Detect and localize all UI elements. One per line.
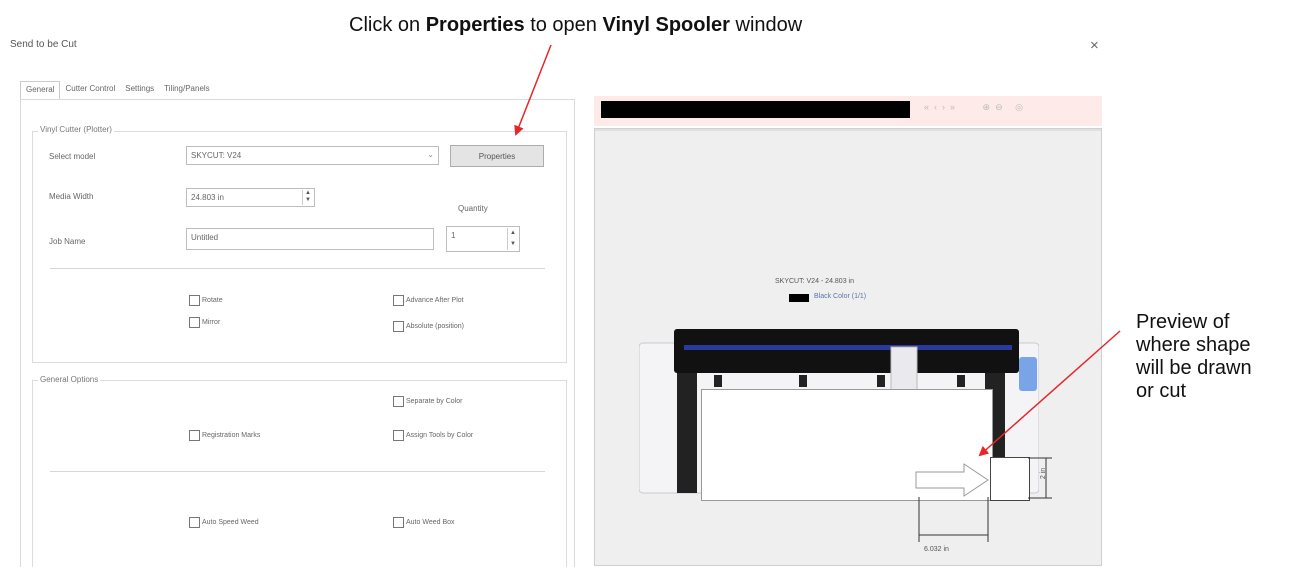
arrow-shape bbox=[915, 463, 989, 497]
annotation-text: window bbox=[729, 14, 803, 36]
select-model-dropdown[interactable]: SKYCUT: V24 ⌄ bbox=[186, 146, 439, 165]
tab-bar: General Cutter Control Settings Tiling/P… bbox=[20, 81, 215, 101]
first-page-icon[interactable]: « bbox=[924, 102, 934, 112]
chevron-down-icon: ⌄ bbox=[427, 150, 434, 159]
annotation-text: to open bbox=[524, 14, 603, 36]
checkbox-label: Absolute (position) bbox=[406, 323, 464, 330]
width-dimension-line bbox=[918, 497, 989, 542]
spinner-icon[interactable]: ▲ ▼ bbox=[507, 228, 518, 250]
window-title: Send to be Cut bbox=[10, 39, 77, 50]
annotation-bold-properties: Properties bbox=[425, 14, 525, 36]
tab-settings[interactable]: Settings bbox=[120, 81, 160, 100]
separate-by-color-checkbox[interactable]: Separate by Color bbox=[393, 396, 462, 407]
checkbox-box bbox=[189, 317, 200, 328]
toolbar-icons[interactable]: «‹›» ⊕⊖ ◎ bbox=[924, 102, 1028, 113]
checkbox-label: Registration Marks bbox=[202, 432, 261, 439]
checkbox-label: Mirror bbox=[202, 319, 221, 326]
checkbox-label: Auto Speed Weed bbox=[202, 519, 259, 526]
checkbox-label: Advance After Plot bbox=[406, 297, 464, 304]
zoom-out-icon[interactable]: ⊖ bbox=[995, 102, 1008, 112]
advance-after-plot-checkbox[interactable]: Advance After Plot bbox=[393, 295, 464, 306]
checkbox-box bbox=[189, 430, 200, 441]
job-name-input[interactable]: Untitled bbox=[186, 228, 434, 250]
zoom-fit-icon[interactable]: ◎ bbox=[1015, 102, 1028, 112]
checkbox-label: Assign Tools by Color bbox=[406, 432, 474, 439]
checkbox-box bbox=[393, 517, 404, 528]
rotate-checkbox[interactable]: Rotate bbox=[189, 295, 223, 306]
annotation-line: or cut bbox=[1136, 380, 1187, 402]
checkbox-box bbox=[393, 396, 404, 407]
tab-cutter-control[interactable]: Cutter Control bbox=[60, 81, 121, 100]
absolute-position-checkbox[interactable]: Absolute (position) bbox=[393, 321, 464, 332]
prev-page-icon[interactable]: ‹ bbox=[934, 102, 942, 112]
general-options-group bbox=[32, 380, 567, 567]
divider bbox=[50, 471, 545, 472]
shape-bounding-box bbox=[990, 457, 1030, 501]
annotation-line: will be drawn bbox=[1136, 357, 1252, 379]
last-page-icon[interactable]: » bbox=[950, 102, 960, 112]
checkbox-label: Separate by Color bbox=[406, 398, 463, 405]
job-name-value: Untitled bbox=[191, 233, 219, 242]
registration-marks-checkbox[interactable]: Registration Marks bbox=[189, 430, 260, 441]
next-page-icon[interactable]: › bbox=[942, 102, 950, 112]
spinner-icon[interactable]: ▲ ▼ bbox=[302, 190, 313, 205]
checkbox-label: Rotate bbox=[202, 297, 223, 304]
checkbox-box bbox=[393, 295, 404, 306]
annotation-text: Click on bbox=[349, 14, 426, 36]
close-icon[interactable]: × bbox=[1090, 37, 1099, 54]
job-name-label: Job Name bbox=[49, 237, 86, 246]
select-model-value: SKYCUT: V24 bbox=[191, 151, 242, 160]
auto-weed-box-checkbox[interactable]: Auto Weed Box bbox=[393, 517, 455, 528]
media-width-input[interactable]: 24.803 in ▲ ▼ bbox=[186, 188, 315, 207]
annotation-bold-vinyl-spooler: Vinyl Spooler bbox=[602, 14, 730, 36]
checkbox-box bbox=[393, 321, 404, 332]
checkbox-box bbox=[189, 517, 200, 528]
quantity-stepper[interactable]: 1 ▲ ▼ bbox=[446, 226, 520, 252]
zoom-in-icon[interactable]: ⊕ bbox=[983, 102, 996, 112]
annotation-line: Preview of bbox=[1136, 311, 1230, 333]
tab-tiling-panels[interactable]: Tiling/Panels bbox=[159, 81, 215, 100]
checkbox-box bbox=[393, 430, 404, 441]
general-options-group-label: General Options bbox=[38, 375, 101, 384]
auto-speed-weed-checkbox[interactable]: Auto Speed Weed bbox=[189, 517, 259, 528]
vinyl-cutter-group-label: Vinyl Cutter (Plotter) bbox=[38, 125, 114, 134]
color-swatch bbox=[789, 294, 809, 302]
height-dimension-label: 2 in bbox=[1040, 467, 1048, 480]
width-dimension-label: 6.032 in bbox=[924, 546, 949, 553]
mirror-checkbox[interactable]: Mirror bbox=[189, 317, 220, 328]
annotation-line: where shape bbox=[1136, 334, 1251, 356]
annotation-properties: Click on Properties to open Vinyl Spoole… bbox=[349, 14, 802, 37]
select-model-label: Select model bbox=[49, 152, 96, 161]
checkbox-label: Auto Weed Box bbox=[406, 519, 455, 526]
assign-tools-by-color-checkbox[interactable]: Assign Tools by Color bbox=[393, 430, 473, 441]
properties-button[interactable]: Properties bbox=[450, 145, 544, 167]
preview-color-label[interactable]: Black Color (1/1) bbox=[814, 293, 866, 300]
divider bbox=[50, 268, 545, 269]
tab-general[interactable]: General bbox=[20, 81, 61, 101]
quantity-value: 1 bbox=[451, 231, 456, 240]
media-width-value: 24.803 in bbox=[191, 193, 224, 202]
preview-model-info: SKYCUT: V24 - 24.803 in bbox=[775, 278, 854, 285]
color-bar bbox=[601, 101, 910, 118]
checkbox-box bbox=[189, 295, 200, 306]
quantity-label: Quantity bbox=[458, 204, 488, 213]
media-width-label: Media Width bbox=[49, 192, 94, 201]
annotation-preview: Preview of where shape will be drawn or … bbox=[1136, 311, 1286, 403]
